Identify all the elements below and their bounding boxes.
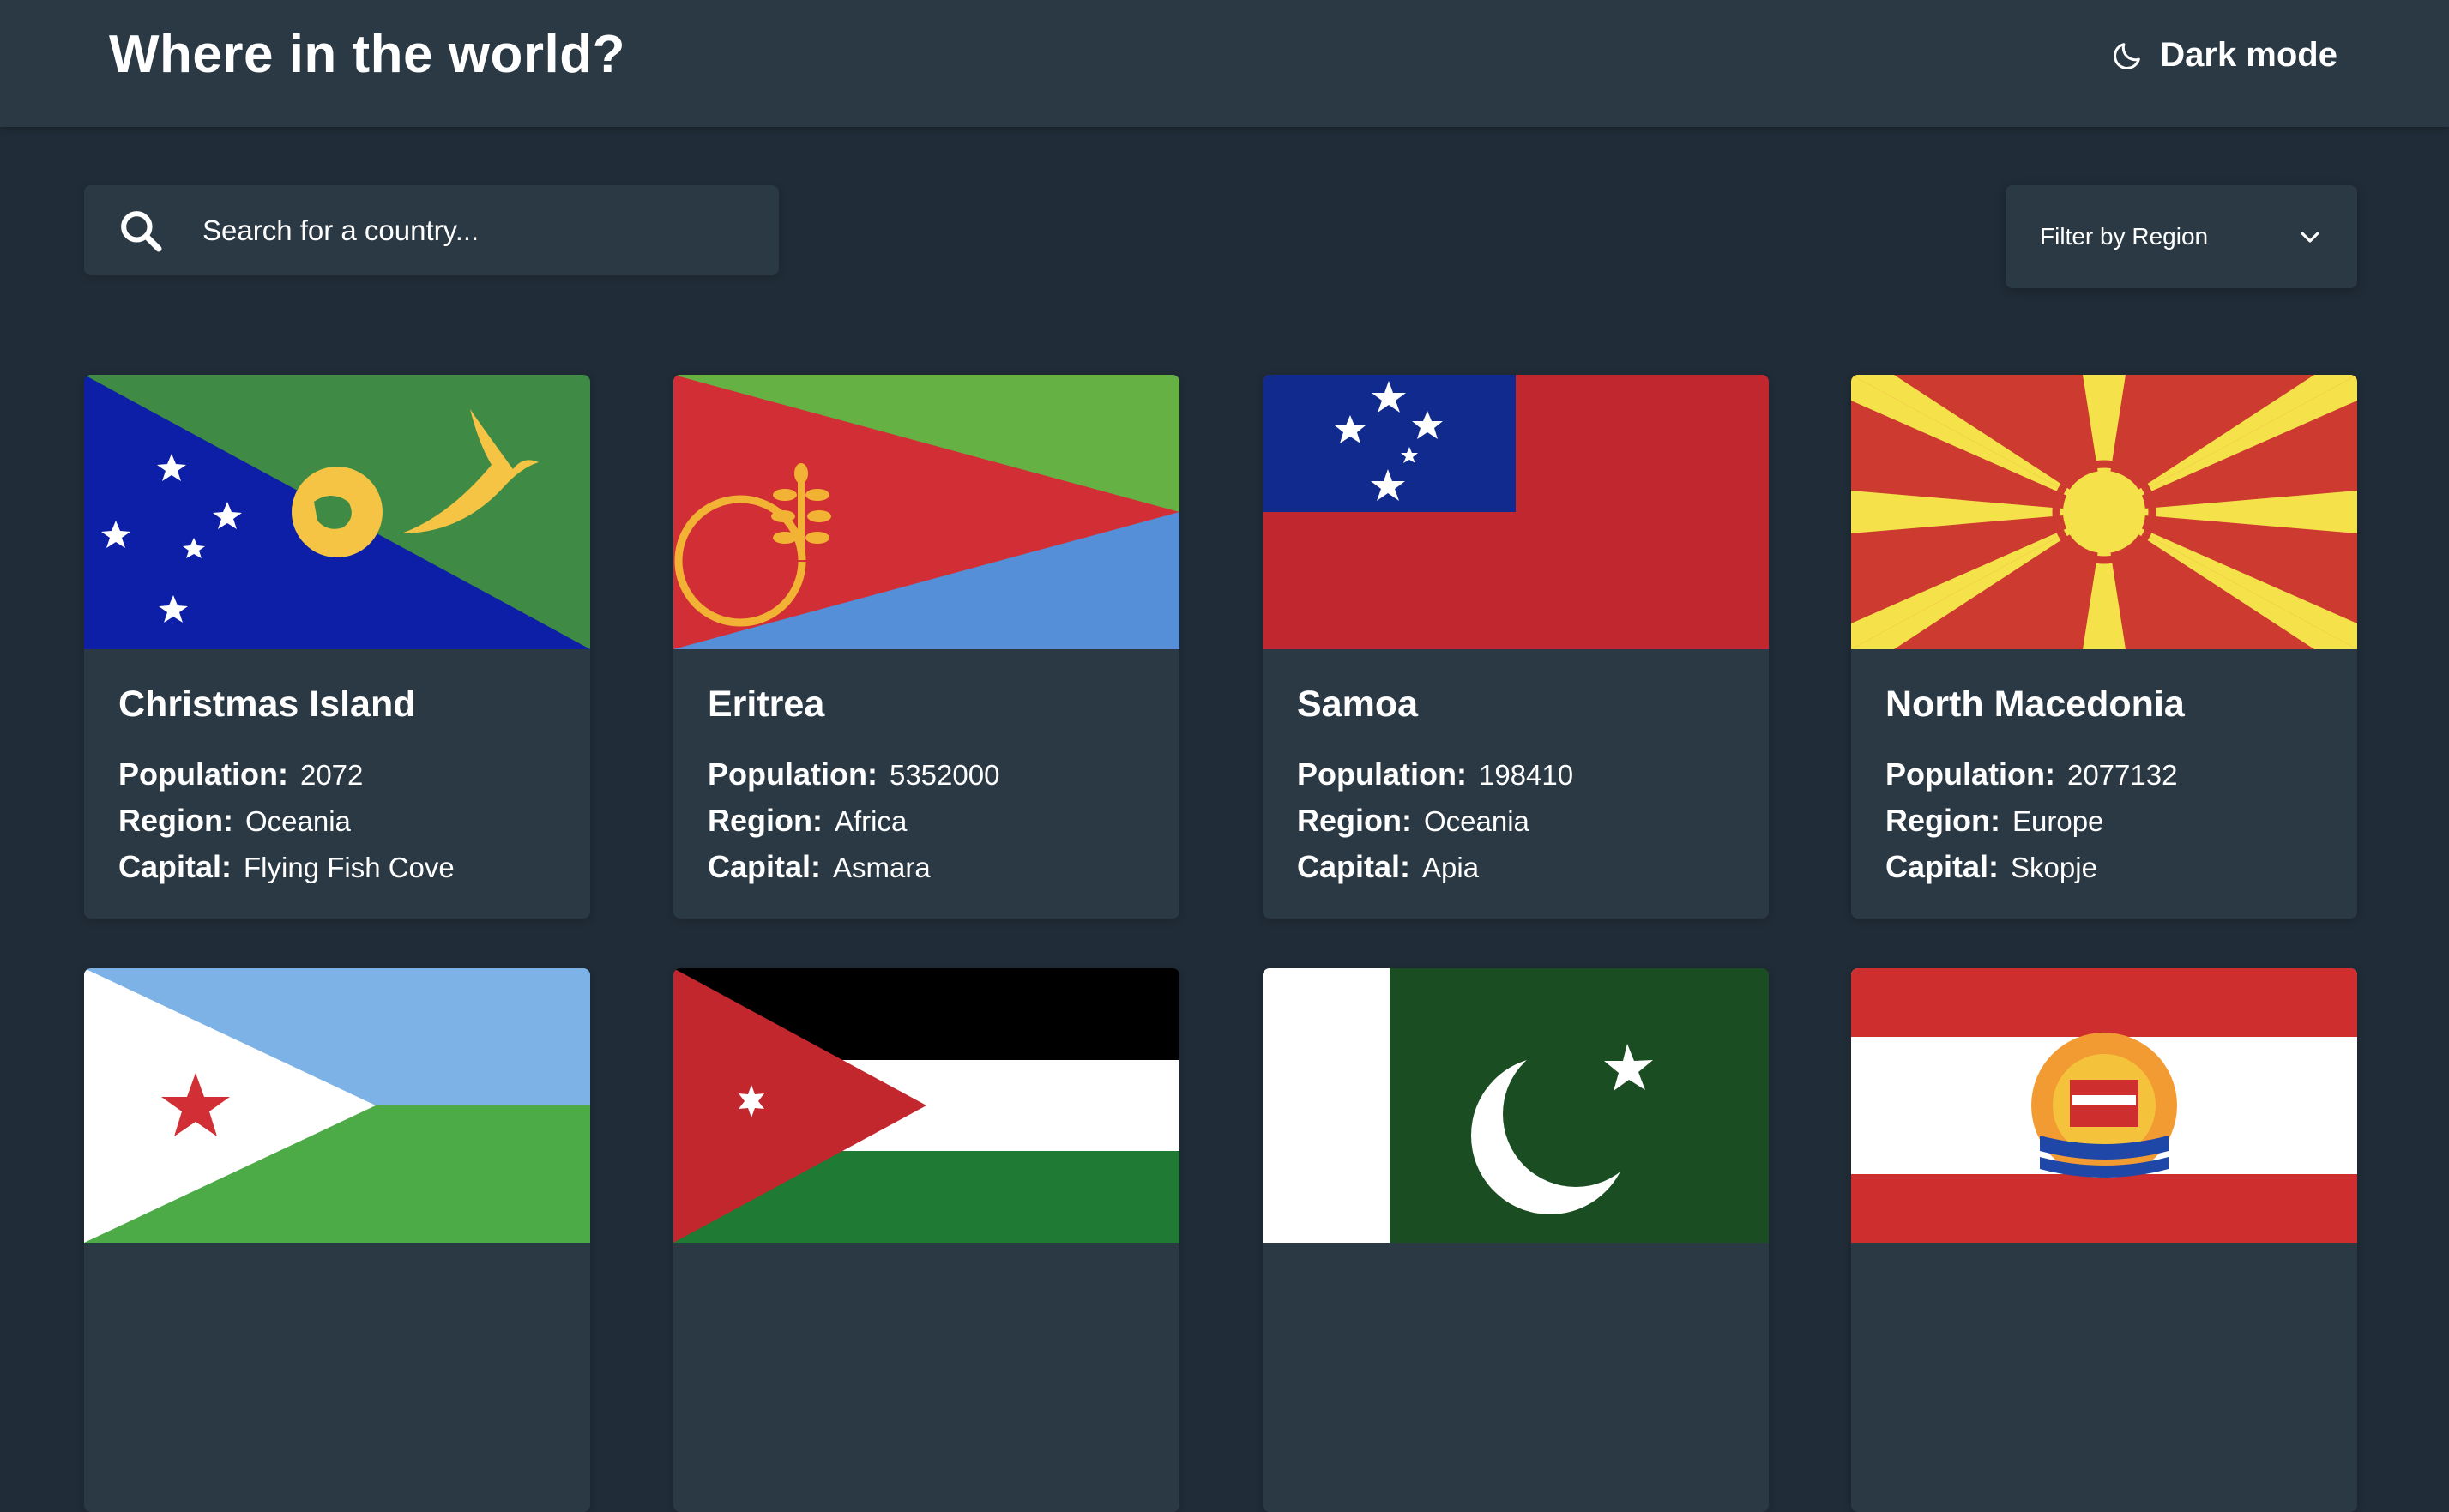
region-value: Europe bbox=[2012, 805, 2104, 837]
flag-image bbox=[84, 968, 590, 1243]
region-label: Region: bbox=[708, 803, 823, 838]
country-name: Eritrea bbox=[708, 684, 825, 725]
flag-image bbox=[673, 375, 1179, 649]
region-value: Oceania bbox=[1423, 805, 1529, 837]
capital-value: Skopje bbox=[2011, 852, 2097, 883]
region-row: Region: Oceania bbox=[118, 798, 556, 844]
region-row: Region: Europe bbox=[1885, 798, 2323, 844]
country-card[interactable]: Samoa Population: 198410 Region: Oceania C… bbox=[1263, 375, 1769, 919]
app-header: Where in the world? Dark mode bbox=[0, 0, 2449, 127]
region-value: Africa bbox=[834, 805, 908, 837]
flag-image bbox=[1851, 375, 2357, 649]
country-name: Christmas Island bbox=[118, 684, 416, 725]
capital-label: Capital: bbox=[118, 849, 232, 884]
population-value: 5352000 bbox=[889, 759, 1000, 791]
capital-label: Capital: bbox=[1885, 849, 2000, 884]
capital-label: Capital: bbox=[1297, 849, 1411, 884]
app-title: Where in the world? bbox=[109, 25, 625, 84]
country-card[interactable] bbox=[1851, 968, 2357, 1512]
capital-row: Capital: Asmara bbox=[708, 844, 1145, 890]
capital-value: Apia bbox=[1422, 852, 1480, 883]
population-label: Population: bbox=[118, 756, 288, 792]
country-card[interactable] bbox=[84, 968, 590, 1512]
moon-icon bbox=[2114, 42, 2141, 69]
search-icon bbox=[121, 210, 162, 251]
population-label: Population: bbox=[1885, 756, 2055, 792]
filter-label: Filter by Region bbox=[2040, 223, 2209, 250]
capital-label: Capital: bbox=[708, 849, 822, 884]
flag-image bbox=[673, 968, 1179, 1243]
region-row: Region: Africa bbox=[708, 798, 1145, 844]
capital-row: Capital: Apia bbox=[1297, 844, 1734, 890]
capital-value: Asmara bbox=[833, 852, 931, 883]
country-card[interactable] bbox=[673, 968, 1179, 1512]
country-name: Samoa bbox=[1297, 684, 1419, 725]
region-label: Region: bbox=[1885, 803, 2000, 838]
flag-image bbox=[1263, 968, 1769, 1243]
population-row: Population: 2072 bbox=[118, 751, 556, 798]
population-label: Population: bbox=[1297, 756, 1467, 792]
population-label: Population: bbox=[708, 756, 878, 792]
country-card[interactable]: North Macedonia Population: 2077132 Regio… bbox=[1851, 375, 2357, 919]
population-value: 2077132 bbox=[2066, 759, 2178, 791]
capital-row: Capital: Flying Fish Cove bbox=[118, 844, 556, 890]
population-value: 2072 bbox=[299, 759, 364, 791]
search-box[interactable] bbox=[84, 185, 779, 275]
dark-mode-toggle[interactable]: Dark mode bbox=[2110, 36, 2337, 75]
dark-mode-label: Dark mode bbox=[2160, 36, 2337, 74]
region-label: Region: bbox=[118, 803, 233, 838]
population-row: Population: 198410 bbox=[1297, 751, 1734, 798]
population-row: Population: 5352000 bbox=[708, 751, 1145, 798]
flag-image bbox=[84, 375, 590, 649]
search-input[interactable] bbox=[201, 213, 736, 248]
filter-by-region-dropdown[interactable]: Filter by Region bbox=[2006, 185, 2357, 288]
region-row: Region: Oceania bbox=[1297, 798, 1734, 844]
region-value: Oceania bbox=[244, 805, 351, 837]
country-name: North Macedonia bbox=[1885, 684, 2185, 725]
capital-row: Capital: Skopje bbox=[1885, 844, 2323, 890]
flag-image bbox=[1263, 375, 1769, 649]
flag-image bbox=[1851, 968, 2357, 1243]
region-label: Region: bbox=[1297, 803, 1412, 838]
capital-value: Flying Fish Cove bbox=[244, 852, 455, 883]
country-card[interactable]: Christmas Island Population: 2072 Region:… bbox=[84, 375, 590, 919]
country-card[interactable] bbox=[1263, 968, 1769, 1512]
population-value: 198410 bbox=[1478, 759, 1574, 791]
chevron-down-icon bbox=[2301, 232, 2319, 243]
country-card[interactable]: Eritrea Population: 5352000 Region: Africa… bbox=[673, 375, 1179, 919]
population-row: Population: 2077132 bbox=[1885, 751, 2323, 798]
